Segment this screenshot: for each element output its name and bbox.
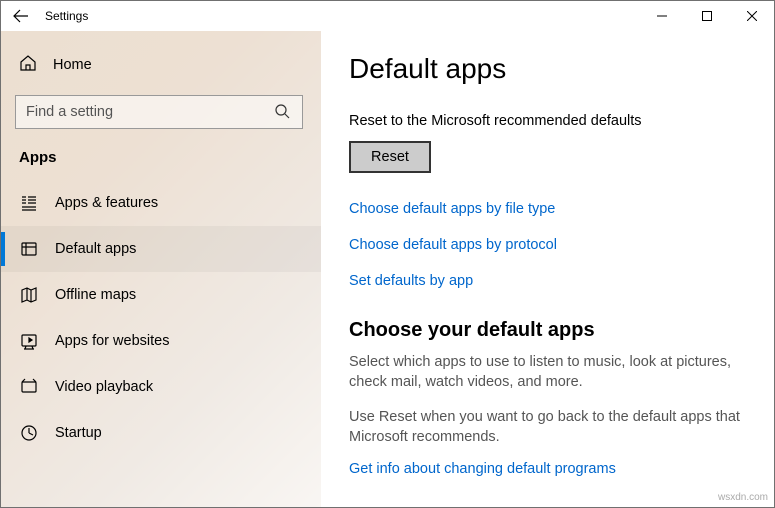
nav-label: Apps & features: [55, 195, 158, 211]
apps-websites-icon: [19, 331, 39, 351]
watermark: wsxdn.com: [718, 492, 768, 503]
home-icon: [19, 54, 37, 77]
search-input[interactable]: [26, 104, 274, 120]
startup-icon: [19, 423, 39, 443]
offline-maps-icon: [19, 285, 39, 305]
close-icon: [747, 11, 757, 21]
home-label: Home: [53, 57, 92, 73]
nav-startup[interactable]: Startup: [1, 410, 321, 456]
minimize-button[interactable]: [639, 1, 684, 31]
minimize-icon: [657, 11, 667, 21]
home-nav[interactable]: Home: [1, 45, 321, 85]
maximize-button[interactable]: [684, 1, 729, 31]
reset-button[interactable]: Reset: [349, 141, 431, 173]
default-apps-icon: [19, 239, 39, 259]
nav-default-apps[interactable]: Default apps: [1, 226, 321, 272]
main-panel: Default apps Reset to the Microsoft reco…: [321, 31, 774, 507]
sidebar: Home Apps Ap: [1, 31, 321, 507]
nav-video-playback[interactable]: Video playback: [1, 364, 321, 410]
nav-list: Apps & features Default apps Offline map…: [1, 180, 321, 456]
close-button[interactable]: [729, 1, 774, 31]
titlebar: Settings: [1, 1, 774, 31]
nav-label: Default apps: [55, 241, 136, 257]
maximize-icon: [702, 11, 712, 21]
apps-features-icon: [19, 193, 39, 213]
link-by-app[interactable]: Set defaults by app: [349, 273, 748, 289]
search-box[interactable]: [15, 95, 303, 129]
back-arrow-icon: [13, 8, 29, 24]
nav-apps-features[interactable]: Apps & features: [1, 180, 321, 226]
link-by-filetype[interactable]: Choose default apps by file type: [349, 201, 748, 217]
nav-label: Startup: [55, 425, 102, 441]
nav-label: Video playback: [55, 379, 153, 395]
link-more-info[interactable]: Get info about changing default programs: [349, 461, 748, 477]
section-heading: Apps: [1, 145, 321, 180]
nav-label: Apps for websites: [55, 333, 169, 349]
description-1: Select which apps to use to listen to mu…: [349, 352, 748, 393]
nav-offline-maps[interactable]: Offline maps: [1, 272, 321, 318]
description-2: Use Reset when you want to go back to th…: [349, 407, 748, 448]
reset-caption: Reset to the Microsoft recommended defau…: [349, 113, 748, 129]
search-icon: [274, 103, 292, 121]
nav-apps-for-websites[interactable]: Apps for websites: [1, 318, 321, 364]
back-button[interactable]: [11, 6, 31, 26]
settings-window: Settings Home: [0, 0, 775, 508]
window-title: Settings: [45, 9, 88, 23]
page-title: Default apps: [349, 53, 748, 85]
section-subtitle: Choose your default apps: [349, 319, 748, 342]
link-by-protocol[interactable]: Choose default apps by protocol: [349, 237, 748, 253]
video-playback-icon: [19, 377, 39, 397]
nav-label: Offline maps: [55, 287, 136, 303]
